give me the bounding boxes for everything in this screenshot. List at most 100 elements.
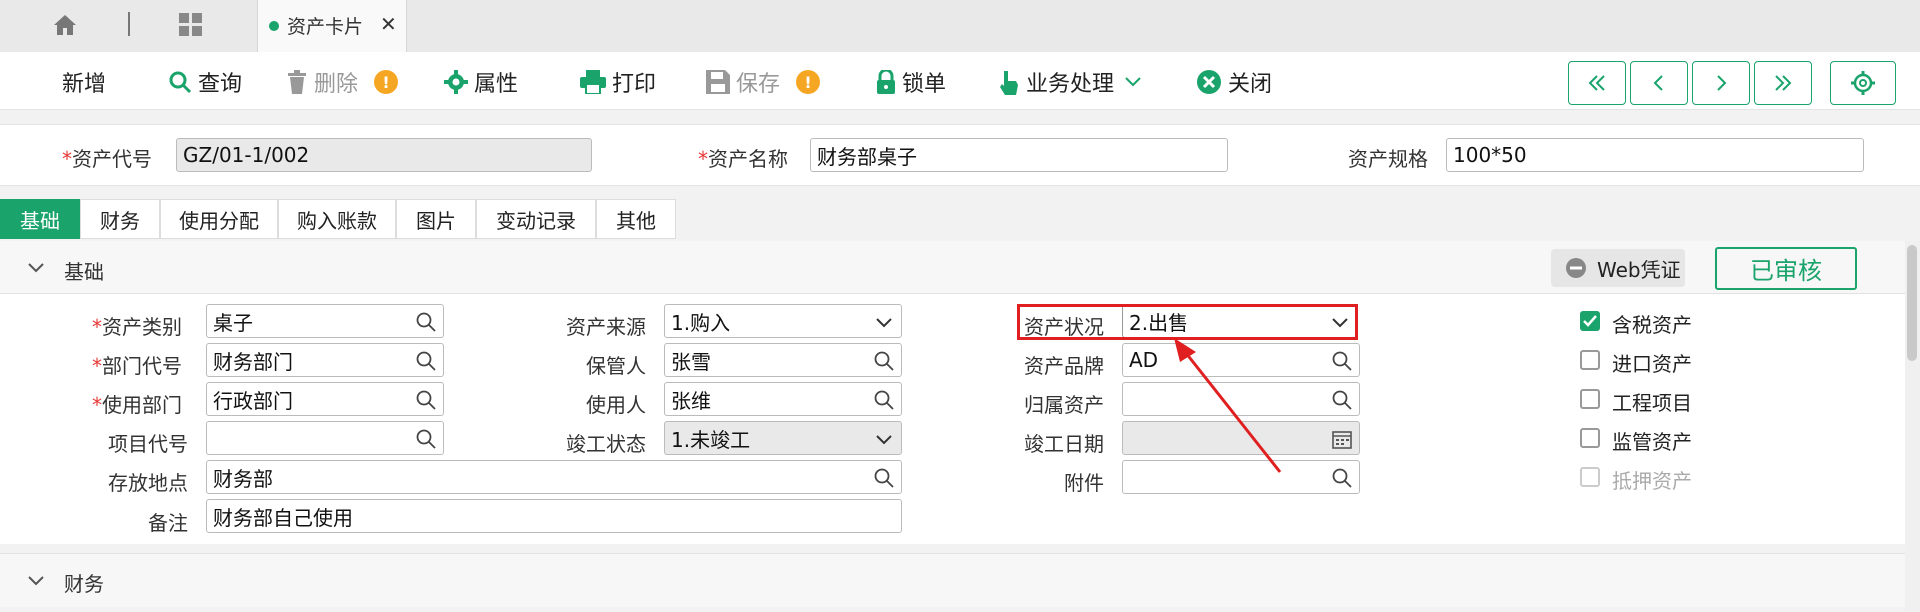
web-voucher-button[interactable]: Web凭证 <box>1551 249 1685 287</box>
scrollbar-thumb[interactable] <box>1907 245 1917 361</box>
business-label: 业务处理 <box>1026 72 1115 97</box>
lock-button[interactable]: 锁单 <box>876 64 946 100</box>
tab-basic[interactable]: 基础 <box>0 199 80 239</box>
tax-included-label: 含税资产 <box>1612 313 1692 337</box>
category-field[interactable]: 桌子 <box>206 304 444 338</box>
asset-code-value: GZ/01-1/002 <box>183 143 310 167</box>
project-label: 工程项目 <box>1612 391 1692 415</box>
project-code-field[interactable] <box>206 421 444 455</box>
delete-button[interactable]: 删除 ! <box>286 64 399 100</box>
grid-icon[interactable] <box>178 12 204 38</box>
dept-code-field[interactable]: 财务部门 <box>206 343 444 377</box>
remark-field[interactable]: 财务部自己使用 <box>206 499 902 533</box>
keeper-field[interactable]: 张雪 <box>664 343 902 377</box>
keeper-value: 张雪 <box>671 349 711 374</box>
tab-purchase-payment[interactable]: 购入账款 <box>278 199 396 239</box>
home-icon[interactable] <box>52 12 78 38</box>
category-label-text: 资产类别 <box>102 315 182 339</box>
print-label: 打印 <box>612 72 657 97</box>
user-value: 张维 <box>671 388 711 413</box>
remark-value: 财务部自己使用 <box>213 505 353 530</box>
search-icon[interactable] <box>873 350 895 372</box>
lock-label: 锁单 <box>902 72 947 97</box>
asset-spec-field[interactable]: 100*50 <box>1446 138 1864 172</box>
search-icon[interactable] <box>415 350 437 372</box>
last-record-button[interactable] <box>1754 61 1812 105</box>
add-button[interactable]: 新增 <box>62 64 106 100</box>
hand-pointer-icon <box>1000 71 1018 95</box>
asset-name-label: *资产名称 <box>698 143 788 172</box>
chevron-down-icon[interactable] <box>873 311 895 333</box>
search-icon[interactable] <box>415 428 437 450</box>
section-basic-title: 基础 <box>64 260 104 284</box>
source-select[interactable]: 1.购入 <box>664 304 902 338</box>
search-icon[interactable] <box>415 389 437 411</box>
brand-label: 资产品牌 <box>1024 354 1104 378</box>
asset-code-field[interactable]: GZ/01-1/002 <box>176 138 592 172</box>
section-finance-title: 财务 <box>64 572 104 596</box>
trash-icon <box>288 70 306 94</box>
query-label: 查询 <box>198 72 243 97</box>
chevron-down-icon <box>1125 77 1141 87</box>
save-button[interactable]: 保存 ! <box>706 64 821 100</box>
save-icon <box>706 70 730 94</box>
query-button[interactable]: 查询 <box>168 64 242 100</box>
search-icon[interactable] <box>415 311 437 333</box>
settings-button[interactable] <box>1830 61 1896 105</box>
chevron-down-icon[interactable] <box>26 571 46 591</box>
save-label: 保存 <box>736 72 781 97</box>
asset-spec-value: 100*50 <box>1453 143 1527 167</box>
section-finance-header[interactable] <box>0 553 1905 607</box>
next-record-button[interactable] <box>1692 61 1750 105</box>
completion-status-value: 1.未竣工 <box>671 427 751 452</box>
search-icon[interactable] <box>873 467 895 489</box>
use-dept-label-text: 使用部门 <box>102 393 182 417</box>
supervised-checkbox[interactable] <box>1580 428 1600 448</box>
active-tab-dot <box>269 21 279 31</box>
asset-name-field[interactable]: 财务部桌子 <box>810 138 1228 172</box>
attachment-label: 附件 <box>1064 471 1104 495</box>
close-button[interactable]: 关闭 <box>1196 64 1272 100</box>
properties-button[interactable]: 属性 <box>444 64 518 100</box>
search-icon[interactable] <box>1331 467 1353 489</box>
asset-name-label-text: 资产名称 <box>708 147 788 171</box>
location-field[interactable]: 财务部 <box>206 460 902 494</box>
chevron-down-icon[interactable] <box>26 258 46 278</box>
print-button[interactable]: 打印 <box>580 64 656 100</box>
calendar-icon[interactable] <box>1331 428 1353 450</box>
dept-code-label-text: 部门代号 <box>102 354 182 378</box>
source-label: 资产来源 <box>566 315 646 339</box>
warning-icon: ! <box>374 70 399 94</box>
asset-code-label: *资产代号 <box>62 143 152 172</box>
use-dept-value: 行政部门 <box>213 388 293 413</box>
user-field[interactable]: 张维 <box>664 382 902 416</box>
search-icon[interactable] <box>873 389 895 411</box>
add-label: 新增 <box>62 72 107 97</box>
search-icon[interactable] <box>1331 389 1353 411</box>
asset-name-value: 财务部桌子 <box>817 144 917 169</box>
business-menu-button[interactable]: 业务处理 <box>998 64 1142 100</box>
check-icon <box>1583 315 1597 327</box>
close-tab-icon[interactable]: ✕ <box>380 12 397 36</box>
search-icon[interactable] <box>1331 350 1353 372</box>
keeper-label: 保管人 <box>586 354 646 378</box>
close-circle-icon <box>1197 70 1221 94</box>
imported-label: 进口资产 <box>1612 352 1692 376</box>
tab-change-history[interactable]: 变动记录 <box>476 199 596 239</box>
required-mark: * <box>92 393 102 417</box>
prev-record-button[interactable] <box>1630 61 1688 105</box>
required-mark: * <box>698 147 708 171</box>
required-mark: * <box>92 354 102 378</box>
category-value: 桌子 <box>213 310 253 335</box>
completion-status-select[interactable]: 1.未竣工 <box>664 421 902 455</box>
tab-finance[interactable]: 财务 <box>80 199 160 239</box>
tab-other[interactable]: 其他 <box>596 199 676 239</box>
use-dept-field[interactable]: 行政部门 <box>206 382 444 416</box>
project-checkbox[interactable] <box>1580 389 1600 409</box>
tax-included-checkbox[interactable] <box>1580 311 1600 331</box>
chevron-down-icon[interactable] <box>873 428 895 450</box>
tab-images[interactable]: 图片 <box>396 199 476 239</box>
tab-usage-allocation[interactable]: 使用分配 <box>160 199 278 239</box>
imported-checkbox[interactable] <box>1580 350 1600 370</box>
first-record-button[interactable] <box>1568 61 1626 105</box>
